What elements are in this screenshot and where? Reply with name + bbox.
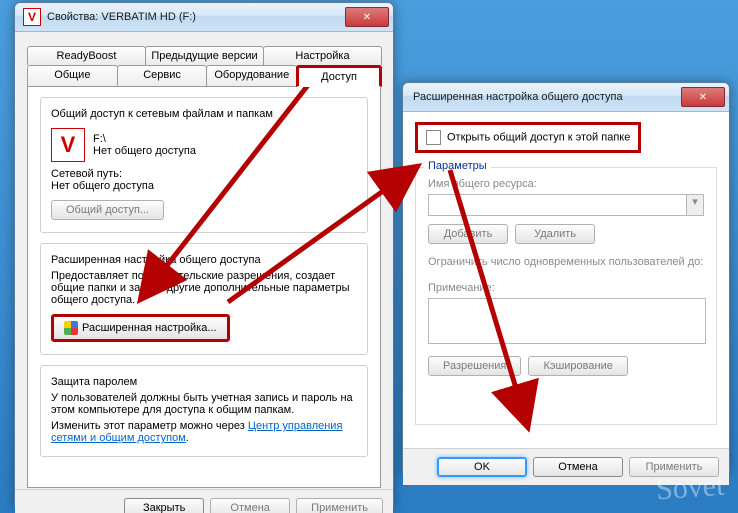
close-button[interactable]: ✕ <box>345 7 389 27</box>
advanced-settings-label: Расширенная настройка... <box>82 322 217 334</box>
share-status: Нет общего доступа <box>93 145 196 157</box>
tab-sharing[interactable]: Доступ <box>296 65 382 87</box>
window-title: Расширенная настройка общего доступа <box>413 91 681 103</box>
network-sharing-group: Общий доступ к сетевым файлам и папкам V… <box>40 97 368 233</box>
open-share-label: Открыть общий доступ к этой папке <box>447 131 630 143</box>
advanced-sharing-window: Расширенная настройка общего доступа ✕ О… <box>402 82 730 474</box>
tab-tools[interactable]: Сервис <box>117 65 208 87</box>
open-share-row: Открыть общий доступ к этой папке <box>415 122 641 153</box>
properties-window: V Свойства: VERBATIM HD (F:) ✕ ReadyBoos… <box>14 2 394 508</box>
password-desc: У пользователей должны быть учетная запи… <box>51 392 357 416</box>
link-prefix: Изменить этот параметр можно через <box>51 420 248 432</box>
cancel-button[interactable]: Отмена <box>533 457 623 477</box>
apply-button[interactable]: Применить <box>629 457 719 477</box>
tabs: ReadyBoost Предыдущие версии Настройка О… <box>27 46 381 489</box>
apply-button[interactable]: Применить <box>296 498 383 513</box>
params-fieldset: Параметры Имя общего ресурса: ▾ Добавить… <box>415 167 717 425</box>
network-path-label: Сетевой путь: <box>51 168 357 180</box>
tab-hardware[interactable]: Оборудование <box>206 65 297 87</box>
titlebar[interactable]: V Свойства: VERBATIM HD (F:) ✕ <box>15 3 393 32</box>
caching-button[interactable]: Кэширование <box>528 356 627 376</box>
drive-icon: V <box>51 128 85 162</box>
limit-label: Ограничить число одновременных пользоват… <box>428 256 704 268</box>
tab-readyboost[interactable]: ReadyBoost <box>27 46 146 65</box>
permissions-button[interactable]: Разрешения <box>428 356 521 376</box>
window-title: Свойства: VERBATIM HD (F:) <box>47 11 345 23</box>
note-label: Примечание: <box>428 282 704 294</box>
share-name-label: Имя общего ресурса: <box>428 178 704 190</box>
dropdown-icon[interactable]: ▾ <box>687 194 704 216</box>
group-heading: Расширенная настройка общего доступа <box>51 254 357 266</box>
remove-button[interactable]: Удалить <box>515 224 595 244</box>
note-textarea[interactable] <box>428 298 706 344</box>
close-button[interactable]: ✕ <box>681 87 725 107</box>
dialog-footer: Закрыть Отмена Применить <box>15 489 393 513</box>
advanced-sharing-group: Расширенная настройка общего доступа Пре… <box>40 243 368 355</box>
close-button[interactable]: Закрыть <box>124 498 204 513</box>
tab-general[interactable]: Общие <box>27 65 118 87</box>
network-path-value: Нет общего доступа <box>51 180 357 192</box>
advanced-settings-button[interactable]: Расширенная настройка... <box>51 314 230 342</box>
titlebar[interactable]: Расширенная настройка общего доступа ✕ <box>403 83 729 112</box>
password-protection-group: Защита паролем У пользователей должны бы… <box>40 365 368 457</box>
add-button[interactable]: Добавить <box>428 224 508 244</box>
ok-button[interactable]: OK <box>437 457 527 477</box>
tab-customize[interactable]: Настройка <box>263 46 382 65</box>
cancel-button[interactable]: Отмена <box>210 498 290 513</box>
group-heading: Общий доступ к сетевым файлам и папкам <box>51 108 357 120</box>
advanced-desc: Предоставляет пользовательские разрешени… <box>51 270 357 306</box>
drive-path: F:\ <box>93 133 196 145</box>
shield-icon <box>64 321 78 335</box>
group-heading: Защита паролем <box>51 376 357 388</box>
share-button[interactable]: Общий доступ... <box>51 200 164 220</box>
share-name-select[interactable] <box>428 194 687 216</box>
tab-previous-versions[interactable]: Предыдущие версии <box>145 46 264 65</box>
dialog-footer: OK Отмена Применить <box>403 448 729 485</box>
params-legend: Параметры <box>424 160 491 172</box>
open-share-checkbox[interactable] <box>426 130 441 145</box>
app-icon: V <box>23 8 41 26</box>
